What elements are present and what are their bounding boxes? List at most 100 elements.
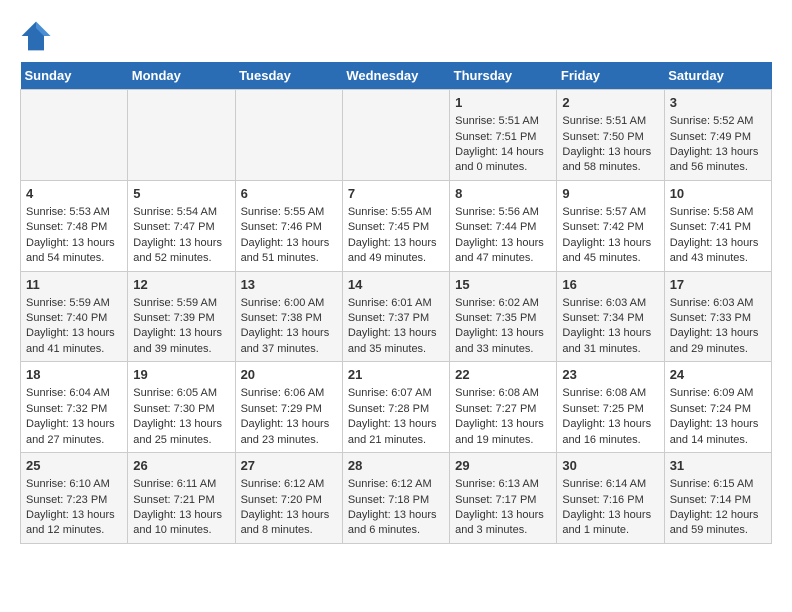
calendar-cell: 26Sunrise: 6:11 AMSunset: 7:21 PMDayligh… <box>128 453 235 544</box>
day-info: Sunrise: 6:04 AM <box>26 386 122 401</box>
calendar-cell: 18Sunrise: 6:04 AMSunset: 7:32 PMDayligh… <box>21 362 128 453</box>
day-info: Sunrise: 6:11 AM <box>133 477 229 492</box>
calendar-cell: 28Sunrise: 6:12 AMSunset: 7:18 PMDayligh… <box>342 453 449 544</box>
day-info: Daylight: 13 hours <box>670 417 766 432</box>
day-info: Daylight: 13 hours <box>26 236 122 251</box>
day-info: Sunset: 7:16 PM <box>562 493 658 508</box>
day-info: Sunrise: 6:00 AM <box>241 296 337 311</box>
day-info: Sunrise: 5:55 AM <box>348 205 444 220</box>
day-number: 11 <box>26 276 122 294</box>
day-info: and 47 minutes. <box>455 251 551 266</box>
day-info: Daylight: 14 hours <box>455 145 551 160</box>
day-info: Sunrise: 6:03 AM <box>562 296 658 311</box>
day-info: Sunrise: 5:53 AM <box>26 205 122 220</box>
day-number: 8 <box>455 185 551 203</box>
day-number: 14 <box>348 276 444 294</box>
day-info: Sunrise: 5:51 AM <box>455 114 551 129</box>
header-tuesday: Tuesday <box>235 62 342 90</box>
day-info: Sunset: 7:18 PM <box>348 493 444 508</box>
day-info: Daylight: 13 hours <box>133 326 229 341</box>
calendar-cell: 29Sunrise: 6:13 AMSunset: 7:17 PMDayligh… <box>450 453 557 544</box>
day-info: Daylight: 13 hours <box>348 508 444 523</box>
day-info: Sunset: 7:41 PM <box>670 220 766 235</box>
day-info: and 49 minutes. <box>348 251 444 266</box>
day-info: and 1 minute. <box>562 523 658 538</box>
day-info: Sunset: 7:32 PM <box>26 402 122 417</box>
day-info: Sunset: 7:40 PM <box>26 311 122 326</box>
day-info: Sunset: 7:34 PM <box>562 311 658 326</box>
day-info: and 21 minutes. <box>348 433 444 448</box>
calendar-cell: 31Sunrise: 6:15 AMSunset: 7:14 PMDayligh… <box>664 453 771 544</box>
day-number: 13 <box>241 276 337 294</box>
day-info: and 3 minutes. <box>455 523 551 538</box>
day-info: Sunset: 7:24 PM <box>670 402 766 417</box>
day-info: and 31 minutes. <box>562 342 658 357</box>
day-info: and 45 minutes. <box>562 251 658 266</box>
calendar-cell: 27Sunrise: 6:12 AMSunset: 7:20 PMDayligh… <box>235 453 342 544</box>
day-info: Sunset: 7:42 PM <box>562 220 658 235</box>
day-info: Sunrise: 6:06 AM <box>241 386 337 401</box>
header-saturday: Saturday <box>664 62 771 90</box>
day-info: Daylight: 13 hours <box>348 236 444 251</box>
calendar-cell <box>128 90 235 181</box>
day-info: and 52 minutes. <box>133 251 229 266</box>
day-info: Sunset: 7:27 PM <box>455 402 551 417</box>
day-info: and 51 minutes. <box>241 251 337 266</box>
day-info: and 8 minutes. <box>241 523 337 538</box>
calendar-week-4: 18Sunrise: 6:04 AMSunset: 7:32 PMDayligh… <box>21 362 772 453</box>
day-info: Sunrise: 6:09 AM <box>670 386 766 401</box>
day-info: Daylight: 12 hours <box>670 508 766 523</box>
day-info: Daylight: 13 hours <box>133 417 229 432</box>
day-info: Sunset: 7:35 PM <box>455 311 551 326</box>
day-info: Sunset: 7:39 PM <box>133 311 229 326</box>
calendar-cell: 9Sunrise: 5:57 AMSunset: 7:42 PMDaylight… <box>557 180 664 271</box>
calendar-cell: 5Sunrise: 5:54 AMSunset: 7:47 PMDaylight… <box>128 180 235 271</box>
day-number: 19 <box>133 366 229 384</box>
day-info: Sunset: 7:17 PM <box>455 493 551 508</box>
calendar-cell: 24Sunrise: 6:09 AMSunset: 7:24 PMDayligh… <box>664 362 771 453</box>
calendar-cell: 11Sunrise: 5:59 AMSunset: 7:40 PMDayligh… <box>21 271 128 362</box>
day-info: Sunset: 7:25 PM <box>562 402 658 417</box>
day-info: and 39 minutes. <box>133 342 229 357</box>
day-number: 12 <box>133 276 229 294</box>
day-info: Sunset: 7:51 PM <box>455 130 551 145</box>
day-info: and 56 minutes. <box>670 160 766 175</box>
day-info: Daylight: 13 hours <box>670 326 766 341</box>
day-number: 4 <box>26 185 122 203</box>
day-info: Sunrise: 6:13 AM <box>455 477 551 492</box>
day-number: 3 <box>670 94 766 112</box>
day-info: Sunset: 7:30 PM <box>133 402 229 417</box>
day-info: Daylight: 13 hours <box>348 417 444 432</box>
day-info: Daylight: 13 hours <box>562 145 658 160</box>
day-info: Sunrise: 5:51 AM <box>562 114 658 129</box>
day-info: Sunrise: 6:12 AM <box>348 477 444 492</box>
calendar-cell: 8Sunrise: 5:56 AMSunset: 7:44 PMDaylight… <box>450 180 557 271</box>
day-number: 26 <box>133 457 229 475</box>
day-info: and 14 minutes. <box>670 433 766 448</box>
day-info: Sunrise: 6:07 AM <box>348 386 444 401</box>
day-info: and 43 minutes. <box>670 251 766 266</box>
day-info: Daylight: 13 hours <box>670 236 766 251</box>
day-info: Sunrise: 6:08 AM <box>455 386 551 401</box>
day-info: Daylight: 13 hours <box>455 236 551 251</box>
day-info: Sunrise: 6:15 AM <box>670 477 766 492</box>
day-info: Daylight: 13 hours <box>241 326 337 341</box>
day-number: 23 <box>562 366 658 384</box>
day-info: and 0 minutes. <box>455 160 551 175</box>
day-number: 16 <box>562 276 658 294</box>
day-info: Sunrise: 6:12 AM <box>241 477 337 492</box>
day-info: Sunrise: 6:05 AM <box>133 386 229 401</box>
calendar-cell: 25Sunrise: 6:10 AMSunset: 7:23 PMDayligh… <box>21 453 128 544</box>
day-info: Sunset: 7:23 PM <box>26 493 122 508</box>
day-number: 31 <box>670 457 766 475</box>
day-info: Sunrise: 6:03 AM <box>670 296 766 311</box>
calendar-cell: 21Sunrise: 6:07 AMSunset: 7:28 PMDayligh… <box>342 362 449 453</box>
day-info: Sunset: 7:33 PM <box>670 311 766 326</box>
logo-icon <box>20 20 52 52</box>
day-info: Daylight: 13 hours <box>348 326 444 341</box>
calendar-cell: 19 Sunrise: 6:05 AMSunset: 7:30 PMDayligh… <box>128 362 235 453</box>
day-info: Daylight: 13 hours <box>241 508 337 523</box>
day-info: Sunset: 7:20 PM <box>241 493 337 508</box>
day-info: Daylight: 13 hours <box>241 417 337 432</box>
header-wednesday: Wednesday <box>342 62 449 90</box>
